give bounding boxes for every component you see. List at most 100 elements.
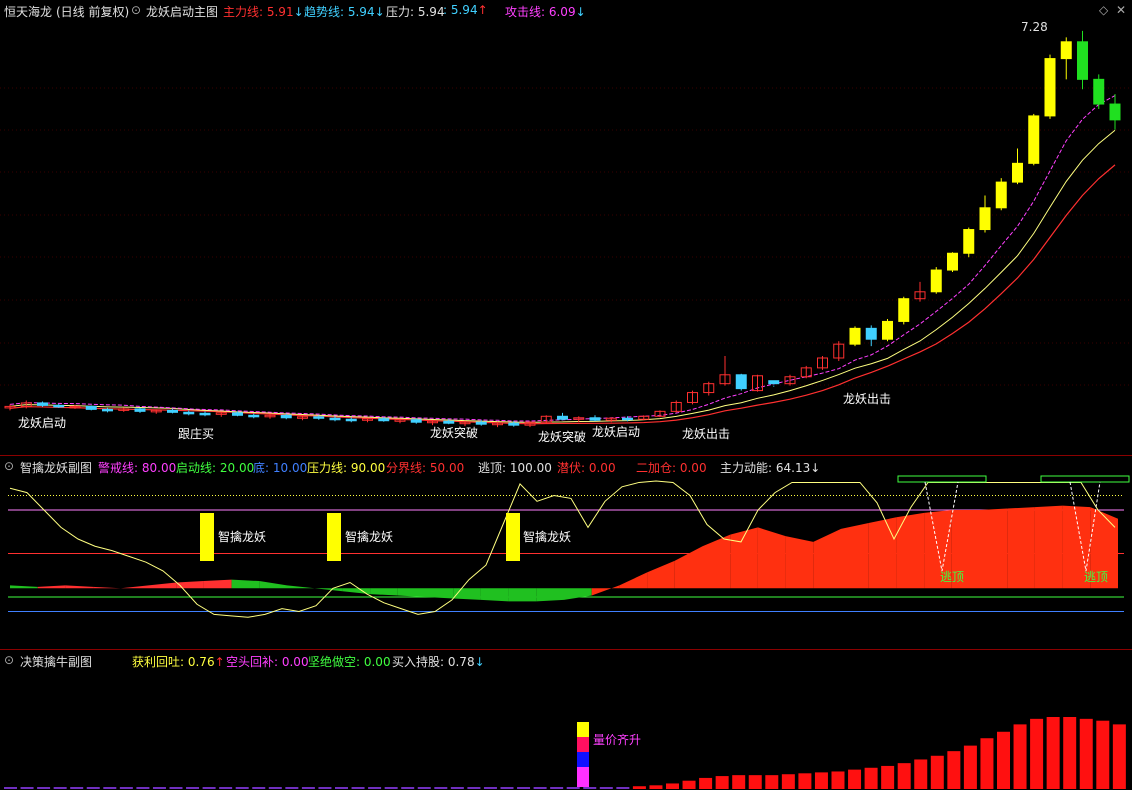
decision-bar <box>119 787 133 789</box>
decision-bar <box>268 787 282 789</box>
decision-bar <box>417 787 431 789</box>
sub1-bar-2 <box>327 513 341 561</box>
candle-body <box>979 207 991 231</box>
decision-bar <box>649 785 663 789</box>
momentum-area <box>65 585 94 589</box>
momentum-area <box>370 588 398 596</box>
momentum-area <box>37 585 66 589</box>
decision-bar <box>765 775 779 789</box>
momentum-area <box>314 588 343 592</box>
signal-stack-block <box>577 722 589 737</box>
decision-bar <box>1030 718 1044 789</box>
momentum-area <box>536 588 564 602</box>
candle-body <box>443 420 455 424</box>
candle-body <box>963 229 975 254</box>
sub1-bar-1 <box>200 513 214 561</box>
momentum-area <box>979 508 1008 589</box>
decision-bar <box>1063 717 1077 789</box>
decision-bar <box>814 772 828 789</box>
decision-bar <box>980 738 994 789</box>
decision-bar <box>152 787 166 789</box>
momentum-area <box>702 534 731 589</box>
momentum-area <box>619 572 648 589</box>
decision-bar <box>715 776 729 789</box>
candle-body <box>898 298 910 322</box>
signal-start-1: 龙妖启动 <box>18 416 67 430</box>
decision-bar <box>37 787 51 789</box>
candle-body <box>1028 115 1040 164</box>
momentum-area <box>1007 507 1035 589</box>
decision-bar <box>450 787 464 789</box>
candle-body <box>53 404 65 408</box>
signal-start-2: 龙妖启动 <box>592 425 641 439</box>
momentum-area <box>896 512 925 589</box>
decision-bar <box>963 745 977 789</box>
sub2-chart-svg <box>4 717 1126 789</box>
decision-bar <box>202 787 216 789</box>
signal-follow: 跟庄买 <box>178 427 215 441</box>
decision-bar <box>301 787 315 789</box>
decision-bar <box>533 787 547 789</box>
decision-bar <box>1096 720 1110 789</box>
decision-bar <box>318 787 332 789</box>
candle-body <box>849 327 861 345</box>
momentum-area <box>647 560 675 589</box>
decision-bar <box>1013 724 1027 789</box>
momentum-area <box>259 581 287 589</box>
decision-bar <box>897 763 911 789</box>
momentum-area <box>813 528 841 589</box>
decision-bar <box>616 787 630 789</box>
candle-body <box>345 418 357 422</box>
signal-stack-block <box>577 767 589 787</box>
momentum-area <box>1034 505 1063 589</box>
candle-body <box>167 409 178 413</box>
decision-bar <box>53 787 67 789</box>
decision-bar <box>1079 718 1093 789</box>
candle-body <box>248 414 260 418</box>
decision-bar <box>20 787 34 789</box>
decision-bar <box>947 751 961 789</box>
candle-body <box>865 327 877 340</box>
decision-bar <box>914 759 928 789</box>
decision-bar <box>186 787 200 789</box>
candle-body <box>1044 58 1056 117</box>
decision-bar <box>881 765 895 789</box>
decision-bar <box>699 777 713 789</box>
candle-body <box>183 411 195 415</box>
candle-body <box>882 320 893 340</box>
sub2-panel[interactable]: ⊙ 决策擒牛副图 获利回吐: 0.76↑ 空头回补: 0.00 坚绝做空: 0.… <box>0 650 1132 790</box>
main-chart-panel[interactable]: 恒天海龙 (日线 前复权) ⊙ 龙妖启动主图 主力线: 5.91↓ 趋势线: 5… <box>0 0 1132 455</box>
momentum-area <box>203 579 232 589</box>
candle-body <box>1077 41 1088 80</box>
decision-bar <box>483 787 497 789</box>
candle-body <box>768 380 780 385</box>
candle-body <box>378 418 390 422</box>
momentum-area <box>564 588 592 600</box>
decision-bar <box>930 755 944 789</box>
decision-bar <box>997 731 1010 789</box>
sub1-bar-3 <box>506 513 520 561</box>
decision-bar <box>136 787 150 789</box>
decision-bar <box>169 787 183 789</box>
candle-body <box>280 414 292 419</box>
sub1-panel[interactable]: ⊙ 智擒龙妖副图 警戒线: 80.00 启动线: 20.00 底: 10.00 … <box>0 456 1132 649</box>
decision-bar <box>748 775 762 789</box>
decision-bar <box>732 775 746 789</box>
decision-bar <box>351 787 365 789</box>
candle-body <box>1060 41 1072 60</box>
decision-bar <box>235 787 249 789</box>
candle-body <box>557 415 568 420</box>
signal-breakout-2: 龙妖突破 <box>538 430 587 444</box>
candle-body <box>313 416 325 419</box>
signal-breakout-1: 龙妖突破 <box>430 426 479 440</box>
sub1-escape-1: 逃顶 <box>940 570 965 584</box>
decision-bar <box>1046 717 1060 789</box>
momentum-area <box>480 588 509 602</box>
sub1-tag-3: 智擒龙妖 <box>523 530 572 544</box>
candle-body <box>85 405 97 410</box>
momentum-area <box>841 523 869 589</box>
candle-body <box>995 181 1007 209</box>
candle-body <box>1109 103 1121 121</box>
sub1-tag-1: 智擒龙妖 <box>218 530 267 544</box>
decision-bar <box>1112 724 1126 789</box>
